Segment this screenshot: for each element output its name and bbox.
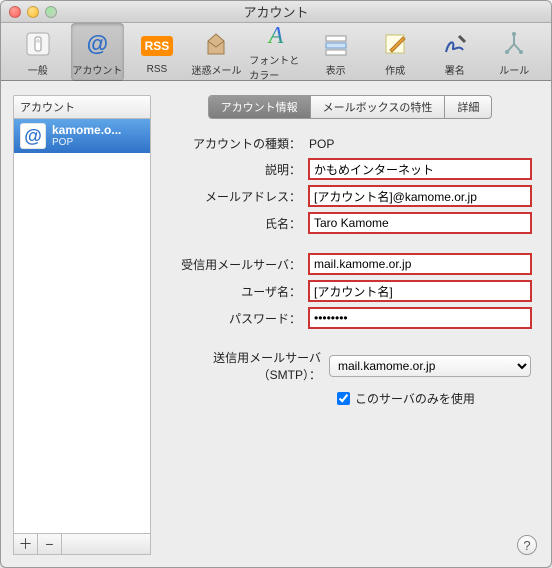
rss-icon: RSS <box>141 30 173 62</box>
detail-tabs: アカウント情報 メールボックスの特性 詳細 <box>161 95 539 119</box>
only-server-checkbox[interactable] <box>337 392 350 405</box>
password-input[interactable] <box>309 308 531 328</box>
sidebar-buttons: ＋ − <box>13 534 151 555</box>
help-button[interactable]: ? <box>517 535 537 555</box>
password-label: パスワード： <box>169 310 309 327</box>
account-name: kamome.o... <box>52 124 121 137</box>
tab-general[interactable]: 一般 <box>11 23 65 81</box>
compose-icon <box>379 28 411 60</box>
tab-junk[interactable]: 迷惑メール <box>190 23 244 81</box>
account-form: アカウントの種類： POP 説明： メールアドレス： 氏名： 受信用メー <box>161 135 539 407</box>
main-panel: アカウント情報 メールボックスの特性 詳細 アカウントの種類： POP 説明： … <box>161 95 539 555</box>
tab-advanced[interactable]: 詳細 <box>445 96 491 118</box>
fullname-input[interactable] <box>309 213 531 233</box>
description-input[interactable] <box>309 159 531 179</box>
email-label: メールアドレス： <box>169 188 309 205</box>
remove-account-button[interactable]: − <box>38 534 62 554</box>
description-label: 説明： <box>169 161 309 178</box>
window-title: アカウント <box>1 2 551 21</box>
account-type: POP <box>52 137 121 148</box>
titlebar: アカウント <box>1 1 551 23</box>
account-type-value: POP <box>309 137 531 151</box>
account-type-label: アカウントの種類： <box>169 135 309 152</box>
at-icon: @ <box>81 28 113 60</box>
switch-icon <box>22 28 54 60</box>
tab-signature[interactable]: 署名 <box>428 23 482 81</box>
account-list[interactable]: @ kamome.o... POP <box>13 118 151 534</box>
toolbar: 一般 @ アカウント RSS RSS 迷惑メール A フォントとカラー 表示 作… <box>1 23 551 81</box>
preferences-window: アカウント 一般 @ アカウント RSS RSS 迷惑メール A フォントとカラ… <box>0 0 552 568</box>
email-input[interactable] <box>309 186 531 206</box>
content-area: アカウント @ kamome.o... POP ＋ − アカウント情報 <box>1 83 551 567</box>
fonts-icon: A <box>260 23 292 50</box>
incoming-server-input[interactable] <box>309 254 531 274</box>
tab-mailbox-behaviors[interactable]: メールボックスの特性 <box>311 96 446 118</box>
account-item[interactable]: @ kamome.o... POP <box>14 119 150 153</box>
junk-icon <box>200 28 232 60</box>
fullname-label: 氏名： <box>169 215 309 232</box>
tab-rules[interactable]: ルール <box>488 23 542 81</box>
add-account-button[interactable]: ＋ <box>14 534 38 554</box>
only-server-label: このサーバのみを使用 <box>355 390 475 407</box>
smtp-label: 送信用メールサーバ（SMTP）： <box>169 349 329 383</box>
smtp-select[interactable]: mail.kamome.or.jp <box>329 355 531 377</box>
account-sidebar: アカウント @ kamome.o... POP ＋ − <box>13 95 151 555</box>
username-input[interactable] <box>309 281 531 301</box>
tab-rss[interactable]: RSS RSS <box>130 23 184 81</box>
rules-icon <box>498 28 530 60</box>
tab-compose[interactable]: 作成 <box>368 23 422 81</box>
tab-fonts[interactable]: A フォントとカラー <box>249 23 303 81</box>
incoming-server-label: 受信用メールサーバ： <box>169 256 309 273</box>
tab-account-info[interactable]: アカウント情報 <box>209 96 311 118</box>
at-icon: @ <box>20 123 46 149</box>
tab-view[interactable]: 表示 <box>309 23 363 81</box>
username-label: ユーザ名： <box>169 283 309 300</box>
view-icon <box>320 28 352 60</box>
signature-icon <box>439 28 471 60</box>
sidebar-header: アカウント <box>13 95 151 118</box>
tab-account[interactable]: @ アカウント <box>71 23 125 81</box>
